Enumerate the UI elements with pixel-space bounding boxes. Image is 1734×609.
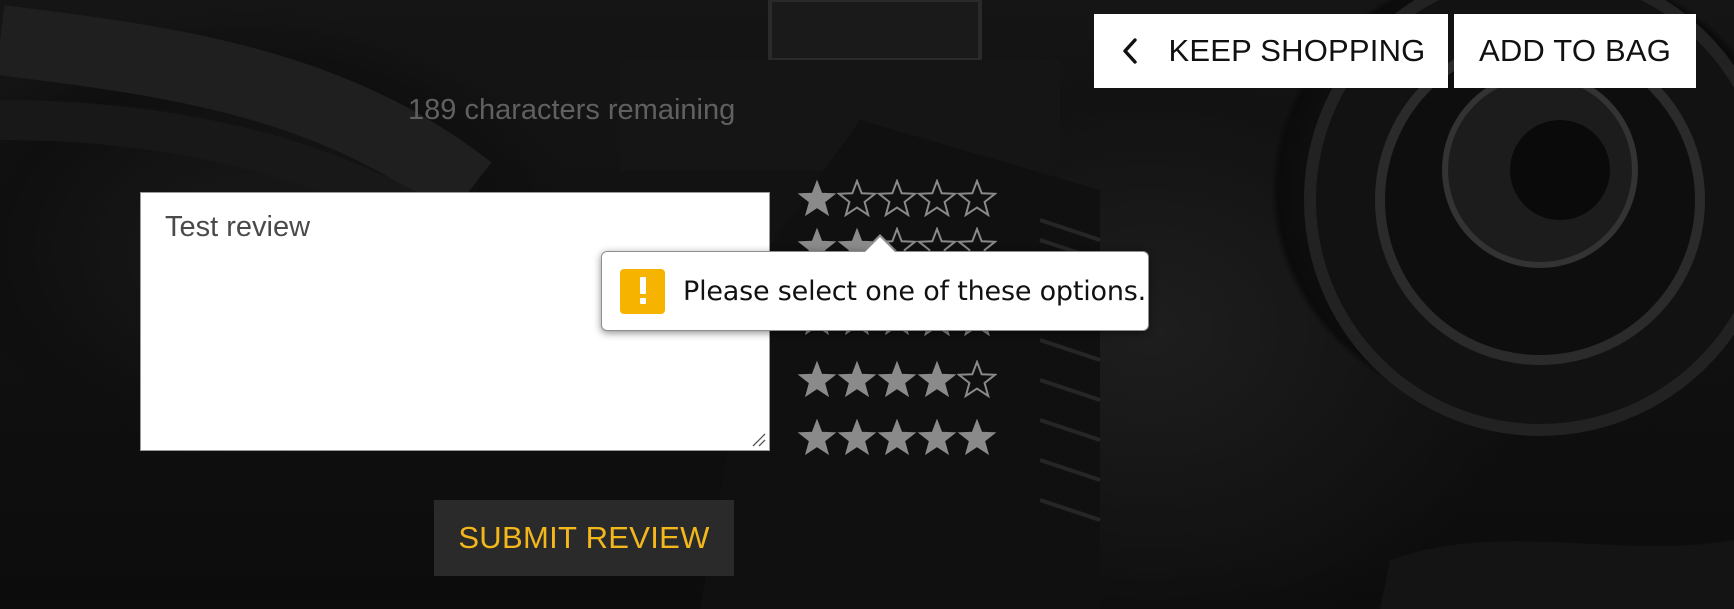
characters-remaining: 189 characters remaining (408, 94, 736, 126)
validation-message: Please select one of these options. (683, 275, 1147, 307)
submit-review-label: SUBMIT REVIEW (458, 520, 710, 555)
star-empty-icon (917, 179, 957, 218)
add-to-bag-label: ADD TO BAG (1478, 33, 1672, 68)
validation-tooltip: Please select one of these options. (601, 251, 1149, 331)
star-filled-icon (917, 360, 957, 398)
star-filled-icon (877, 360, 917, 398)
star-filled-icon (917, 418, 957, 456)
review-text: Test review (165, 211, 311, 243)
keep-shopping-label: KEEP SHOPPING (1168, 33, 1426, 68)
star-empty-icon (877, 179, 917, 218)
tooltip-arrow-inner (864, 237, 896, 253)
chevron-left-icon (1116, 36, 1146, 66)
star-empty-icon (957, 360, 997, 399)
star-empty-icon (957, 179, 997, 218)
resize-grip-icon[interactable] (750, 431, 766, 447)
rating-option-4-stars[interactable] (797, 358, 997, 402)
product-review-page: KEEP SHOPPING ADD TO BAG 189 characters … (0, 0, 1734, 609)
star-filled-icon (837, 360, 877, 398)
keep-shopping-button[interactable]: KEEP SHOPPING (1094, 14, 1448, 88)
star-filled-icon (957, 418, 997, 456)
star-filled-icon (797, 418, 837, 456)
add-to-bag-button[interactable]: ADD TO BAG (1454, 14, 1696, 88)
rating-option-5-stars[interactable] (797, 416, 997, 460)
star-filled-icon (797, 179, 837, 217)
submit-review-button[interactable]: SUBMIT REVIEW (434, 500, 734, 576)
rating-option-1-stars[interactable] (797, 177, 997, 221)
star-filled-icon (837, 418, 877, 456)
warning-icon (620, 268, 665, 314)
star-empty-icon (837, 179, 877, 218)
star-filled-icon (877, 418, 917, 456)
star-filled-icon (797, 360, 837, 398)
